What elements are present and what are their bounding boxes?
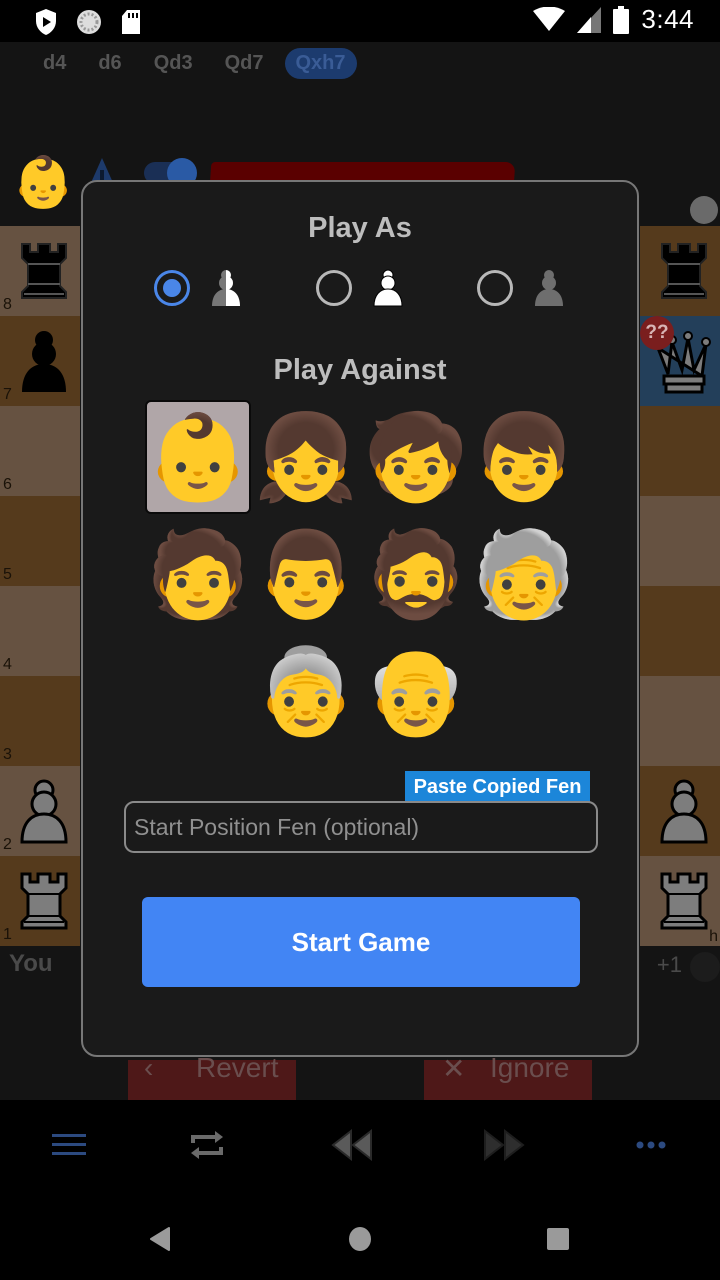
opponent-older-person[interactable]: 🧓 [471, 517, 577, 631]
opponent-man[interactable]: 👨 [253, 517, 359, 631]
recents-icon [547, 1228, 569, 1250]
radio-button[interactable] [477, 270, 513, 306]
square-h7[interactable]: ?? [640, 316, 720, 406]
square-a5[interactable]: 5 [0, 496, 80, 586]
black-rook-icon [21, 243, 67, 299]
square-h6[interactable] [640, 406, 720, 496]
rank-label: 6 [3, 476, 12, 493]
flip-board-icon [191, 1131, 223, 1159]
menu-button[interactable] [44, 1124, 94, 1166]
move-item[interactable]: d4 [32, 48, 77, 79]
blunder-badge: ?? [640, 316, 674, 350]
rank-label: 7 [3, 386, 12, 403]
sd-card-icon [122, 10, 140, 34]
move-item-current[interactable]: Qxh7 [284, 47, 357, 79]
move-list: d4 d6 Qd3 Qd7 Qxh7 [0, 42, 720, 84]
play-as-white-option[interactable] [316, 266, 416, 310]
more-icon [636, 1141, 666, 1149]
rank-label: 8 [3, 296, 12, 313]
clock: 3:44 [641, 4, 694, 34]
square-a4[interactable]: 4 [0, 586, 80, 676]
rank-label: 2 [3, 836, 12, 853]
opponent-old-woman[interactable]: 👵 [253, 634, 359, 748]
opponent-bearded-person[interactable]: 🧔 [363, 517, 469, 631]
white-pawn-icon [660, 779, 708, 844]
rank-label: 5 [3, 566, 12, 583]
bottom-toolbar [0, 1100, 720, 1192]
flip-board-button[interactable] [182, 1124, 232, 1166]
play-against-title: Play Against [273, 354, 447, 386]
wifi-icon [533, 6, 566, 31]
you-label: You [9, 950, 53, 977]
rewind-icon [331, 1129, 372, 1161]
move-item[interactable]: Qd3 [143, 48, 204, 79]
radio-button-checked[interactable] [154, 270, 190, 306]
black-pawn-icon [535, 270, 563, 306]
recents-button[interactable] [538, 1222, 578, 1256]
rank-label: 4 [3, 656, 12, 673]
material-diff: +1 [656, 952, 682, 977]
black-pawn-icon [22, 331, 66, 392]
play-as-radio-group [83, 266, 637, 310]
play-as-random-option[interactable] [154, 266, 254, 310]
opponent-child[interactable]: 🧒 [363, 400, 469, 514]
opponent-old-man[interactable]: 👴 [363, 634, 469, 748]
square-h3[interactable] [640, 676, 720, 766]
square-a6[interactable]: 6 [0, 406, 80, 496]
fen-input[interactable] [124, 801, 598, 853]
menu-icon [52, 1134, 86, 1155]
engine-indicator [690, 196, 718, 224]
move-item[interactable]: d6 [87, 48, 132, 79]
cell-signal-icon [577, 6, 602, 33]
square-a8[interactable]: 8 [0, 226, 80, 316]
half-pawn-icon [212, 270, 240, 306]
radio-button[interactable] [316, 270, 352, 306]
play-as-title: Play As [308, 212, 412, 244]
white-pawn-icon [20, 779, 68, 844]
opponent-baby[interactable]: 👶 [145, 400, 251, 514]
square-a7[interactable]: 7 [0, 316, 80, 406]
square-h2[interactable] [640, 766, 720, 856]
opponent-girl[interactable]: 👧 [253, 400, 359, 514]
rewind-button[interactable] [326, 1124, 376, 1166]
square-a2[interactable]: 2 [0, 766, 80, 856]
opponent-person[interactable]: 🧑 [145, 517, 251, 631]
home-button[interactable] [340, 1222, 380, 1256]
more-button[interactable] [626, 1124, 676, 1166]
battery-icon [613, 5, 630, 34]
rank-label: 1 [3, 926, 12, 943]
back-button[interactable] [140, 1222, 180, 1256]
sync-circle-icon [77, 10, 101, 34]
square-h4[interactable] [640, 586, 720, 676]
screen: 3:44 d4 d6 Qd3 Qd7 Qxh7 👶 8 7 6 5 4 3 2 … [0, 0, 720, 1280]
home-icon [349, 1227, 371, 1251]
start-game-button[interactable]: Start Game [142, 897, 580, 987]
black-rook-icon [661, 243, 707, 299]
back-icon [150, 1227, 170, 1251]
paste-fen-button[interactable]: Paste Copied Fen [405, 771, 590, 803]
system-nav-bar [0, 1192, 720, 1280]
white-pawn-icon [373, 269, 403, 307]
square-a3[interactable]: 3 [0, 676, 80, 766]
move-item[interactable]: Qd7 [214, 48, 275, 79]
fast-forward-button[interactable] [480, 1124, 530, 1166]
fast-forward-icon [484, 1129, 525, 1161]
rank-label: 3 [3, 746, 12, 763]
square-a1[interactable]: 1 [0, 856, 80, 946]
turn-indicator [690, 952, 720, 982]
white-rook-icon [20, 872, 68, 930]
shield-play-icon [36, 9, 56, 35]
square-h5[interactable] [640, 496, 720, 586]
opponent-boy[interactable]: 👦 [471, 400, 577, 514]
square-h1[interactable]: h [640, 856, 720, 946]
new-game-dialog: Play As Play Against 👶 👧 🧒 👦 🧑 👨 � [81, 180, 639, 1057]
file-label: h [709, 928, 718, 945]
play-as-black-option[interactable] [477, 266, 577, 310]
square-h8[interactable] [640, 226, 720, 316]
opponent-avatar: 👶 [12, 154, 75, 210]
status-bar: 3:44 [0, 0, 720, 42]
